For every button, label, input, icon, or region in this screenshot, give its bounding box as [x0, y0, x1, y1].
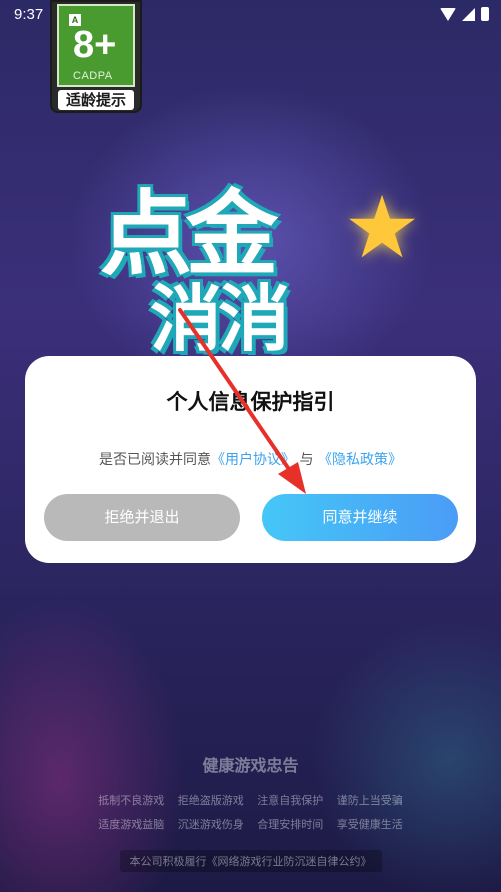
- agree-continue-button[interactable]: 同意并继续: [262, 494, 458, 541]
- battery-icon: [481, 7, 489, 21]
- privacy-dialog: 个人信息保护指引 是否已阅读并同意《用户协议》 与 《隐私政策》 拒绝并退出 同…: [25, 356, 476, 563]
- health-notice-line2: 适度游戏益脑 沉迷游戏伤身 合理安排时间 享受健康生活: [98, 818, 403, 831]
- health-notice-pact: 本公司积极履行《网络游戏行业防沉迷自律公约》: [119, 850, 382, 872]
- game-logo-line2: 消消: [150, 277, 290, 361]
- game-logo: 点金 消消 ★: [60, 140, 440, 361]
- status-time: 9:37: [14, 6, 44, 23]
- privacy-policy-link[interactable]: 《隐私政策》: [318, 452, 402, 468]
- age-rating-label: 适龄提示: [58, 90, 134, 110]
- star-mascot-icon: ★: [343, 178, 421, 278]
- age-rating-panel: A 8+ CADPA: [57, 4, 135, 87]
- health-notice-line1: 抵制不良游戏 拒绝盗版游戏 注意自我保护 谨防上当受骗: [98, 794, 403, 807]
- age-rating-org: CADPA: [73, 70, 113, 82]
- refuse-exit-button[interactable]: 拒绝并退出: [44, 494, 240, 541]
- health-notice-title: 健康游戏忠告: [202, 756, 299, 775]
- dialog-title: 个人信息保护指引: [166, 390, 335, 414]
- signal-icon: [462, 7, 475, 21]
- dialog-body-joiner: 与: [299, 452, 314, 468]
- status-icons: [440, 7, 489, 21]
- health-notice: 健康游戏忠告 抵制不良游戏 拒绝盗版游戏 注意自我保护 谨防上当受骗 适度游戏益…: [0, 752, 501, 872]
- age-rating-number: 8+: [73, 24, 117, 66]
- user-agreement-link[interactable]: 《用户协议》: [211, 452, 295, 468]
- dialog-body: 是否已阅读并同意《用户协议》 与 《隐私政策》: [25, 449, 476, 469]
- age-rating-badge: A 8+ CADPA 适龄提示: [50, 0, 142, 113]
- dialog-body-prefix: 是否已阅读并同意: [99, 452, 212, 468]
- wifi-icon: [440, 7, 456, 21]
